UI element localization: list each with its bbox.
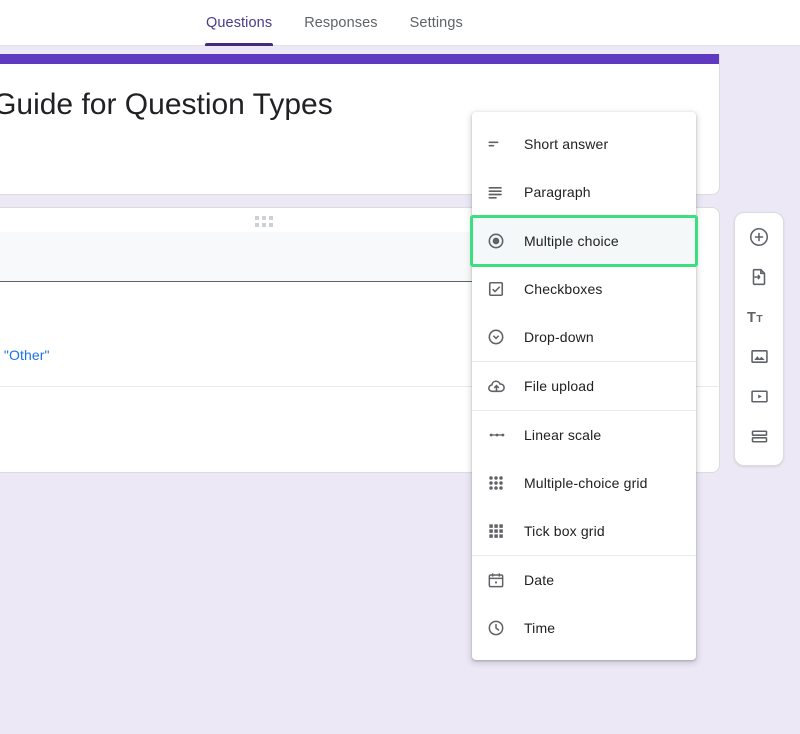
title-text-icon: T T — [747, 306, 771, 333]
menu-item-time[interactable]: Time — [472, 604, 696, 652]
calendar-icon — [486, 570, 520, 590]
add-image-button[interactable] — [739, 341, 779, 377]
editor-side-toolbar: T T — [734, 212, 784, 466]
menu-item-label: Checkboxes — [524, 281, 603, 297]
tab-settings[interactable]: Settings — [394, 0, 479, 46]
checkbox-grid-icon — [486, 521, 520, 541]
form-accent-stripe — [0, 54, 719, 64]
menu-group-datetime: Date Time — [472, 555, 696, 652]
menu-item-checkboxes[interactable]: Checkboxes — [472, 265, 696, 313]
menu-item-label: Short answer — [524, 136, 609, 152]
add-section-button[interactable] — [739, 421, 779, 457]
menu-item-multiple-choice[interactable]: Multiple choice — [470, 215, 698, 267]
cloud-upload-icon — [486, 376, 520, 397]
svg-text:T: T — [756, 314, 763, 325]
tab-settings-label: Settings — [409, 15, 463, 31]
clock-icon — [486, 618, 520, 638]
menu-item-paragraph[interactable]: Paragraph — [472, 168, 696, 216]
menu-item-label: Date — [524, 572, 555, 588]
paragraph-icon — [486, 182, 520, 202]
linear-scale-icon — [486, 425, 520, 445]
tab-list: Questions Responses Settings — [190, 0, 479, 46]
menu-group-choice: Multiple choice Checkboxes Drop-down — [470, 215, 698, 361]
section-icon — [749, 426, 770, 452]
import-file-icon — [748, 266, 770, 293]
menu-item-linear-scale[interactable]: Linear scale — [472, 411, 696, 459]
menu-item-date[interactable]: Date — [472, 556, 696, 604]
menu-item-label: Multiple-choice grid — [524, 475, 648, 491]
menu-item-label: Tick box grid — [524, 523, 605, 539]
menu-item-multiple-choice-grid[interactable]: Multiple-choice grid — [472, 459, 696, 507]
tab-responses-label: Responses — [304, 15, 378, 31]
menu-group-upload: File upload — [472, 361, 696, 410]
add-video-button[interactable] — [739, 381, 779, 417]
add-title-description-button[interactable]: T T — [739, 301, 779, 337]
radio-grid-icon — [486, 473, 520, 493]
import-questions-button[interactable] — [739, 261, 779, 297]
checkbox-icon — [486, 279, 520, 299]
chevron-down-circle-icon — [486, 327, 520, 347]
menu-item-label: Paragraph — [524, 184, 591, 200]
tab-questions-label: Questions — [206, 15, 273, 31]
radio-button-icon — [486, 231, 520, 251]
plus-circle-icon — [748, 226, 770, 253]
add-question-button[interactable] — [739, 221, 779, 257]
short-answer-icon — [486, 134, 520, 154]
tab-responses[interactable]: Responses — [288, 0, 393, 46]
menu-item-file-upload[interactable]: File upload — [472, 362, 696, 410]
menu-item-label: Linear scale — [524, 427, 602, 443]
top-tab-bar: Questions Responses Settings — [0, 0, 800, 46]
question-type-menu: Short answer Paragraph Multiple choice C… — [470, 112, 698, 660]
menu-item-tick-box-grid[interactable]: Tick box grid — [472, 507, 696, 555]
tab-questions[interactable]: Questions — [190, 0, 288, 46]
image-icon — [749, 346, 770, 372]
menu-item-label: Drop-down — [524, 329, 594, 345]
menu-group-scale-grid: Linear scale Multiple-choice grid Tick b… — [472, 410, 696, 555]
menu-item-label: Multiple choice — [524, 233, 619, 249]
add-other-button[interactable]: Add "Other" — [0, 347, 50, 363]
menu-group-text: Short answer Paragraph — [472, 120, 696, 216]
menu-item-label: File upload — [524, 378, 595, 394]
menu-item-drop-down[interactable]: Drop-down — [472, 313, 696, 361]
video-icon — [749, 386, 770, 412]
drag-handle-icon[interactable] — [255, 216, 273, 227]
menu-item-label: Time — [524, 620, 556, 636]
svg-text:T: T — [747, 310, 756, 326]
menu-item-short-answer[interactable]: Short answer — [472, 120, 696, 168]
